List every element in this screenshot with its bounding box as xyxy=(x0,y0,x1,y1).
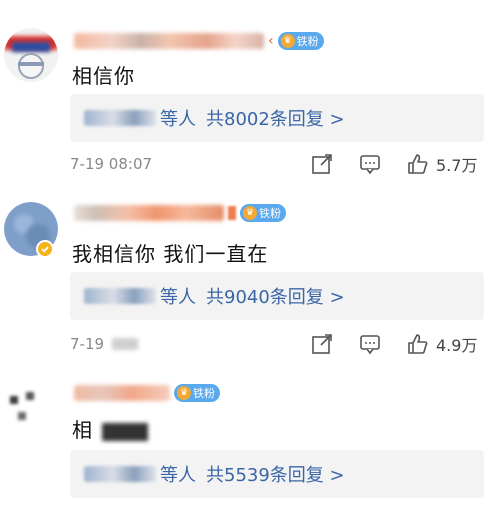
comment-icon[interactable] xyxy=(358,332,382,356)
like-button[interactable]: 4.9万 xyxy=(406,332,477,356)
comment-item: ‹ ♛ 铁粉 相信你 等人 共8002条回复 > 7-19 08:07 5.7万 xyxy=(0,0,500,182)
crown-icon: ♛ xyxy=(280,34,295,48)
fan-badge: ♛ 铁粉 xyxy=(240,204,286,222)
reply-count: 共5539条回复 > xyxy=(206,465,345,486)
thumbs-up-icon xyxy=(408,334,428,354)
thumbs-up-icon xyxy=(408,154,428,174)
username[interactable]: ♛ 铁粉 xyxy=(74,382,220,404)
replier-names xyxy=(84,110,156,126)
comment-icon[interactable] xyxy=(358,152,382,176)
share-icon[interactable] xyxy=(310,152,334,176)
comment-item: ♛ 铁粉 相 等人 共5539条回复 > xyxy=(0,362,500,509)
fan-badge: ♛ 铁粉 xyxy=(277,32,324,50)
reply-summary[interactable]: 等人 共9040条回复 > xyxy=(70,272,484,320)
comment-item: ♛ 铁粉 我相信你 我们一直在 等人 共9040条回复 > 7-19 4.9万 xyxy=(0,182,500,362)
fan-badge: ♛ 铁粉 xyxy=(174,384,220,402)
replier-names xyxy=(84,288,156,304)
username[interactable]: ‹ ♛ 铁粉 xyxy=(74,30,324,52)
like-count: 4.9万 xyxy=(436,336,478,355)
reply-suffix: 等人 xyxy=(160,287,196,308)
comment-text: 相信你 xyxy=(72,64,135,88)
username[interactable]: ♛ 铁粉 xyxy=(74,202,286,224)
comment-text: 我相信你 我们一直在 xyxy=(72,242,269,266)
reply-summary[interactable]: 等人 共5539条回复 > xyxy=(70,450,484,498)
avatar[interactable] xyxy=(4,384,58,438)
avatar[interactable] xyxy=(4,28,58,82)
reply-suffix: 等人 xyxy=(160,109,196,130)
reply-count: 共9040条回复 > xyxy=(206,287,345,308)
comment-actions: 4.9万 xyxy=(310,331,477,357)
reply-count: 共8002条回复 > xyxy=(206,109,345,130)
comment-time: 7-19 xyxy=(70,332,139,356)
crown-icon: ♛ xyxy=(243,206,257,220)
comment-time: 7-19 08:07 xyxy=(70,155,153,173)
reply-summary[interactable]: 等人 共8002条回复 > xyxy=(70,94,484,142)
like-button[interactable]: 5.7万 xyxy=(406,152,477,176)
comment-text: 相 xyxy=(72,414,149,443)
comment-date: 7-19 xyxy=(70,335,105,353)
verified-icon xyxy=(36,240,54,258)
reply-suffix: 等人 xyxy=(160,465,196,486)
comment-actions: 5.7万 xyxy=(310,151,477,177)
crown-icon: ♛ xyxy=(177,386,191,400)
replier-names xyxy=(84,466,156,482)
share-icon[interactable] xyxy=(310,332,334,356)
like-count: 5.7万 xyxy=(436,156,478,175)
